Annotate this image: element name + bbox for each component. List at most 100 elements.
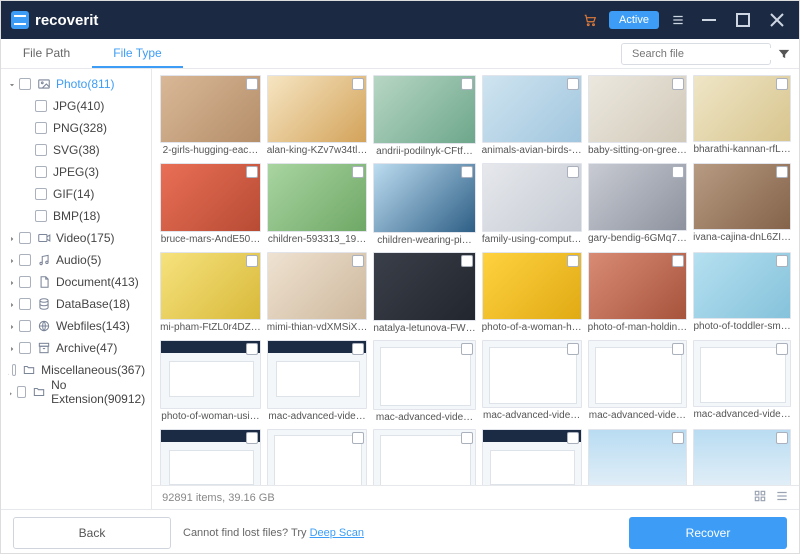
checkbox[interactable] [461, 343, 473, 355]
checkbox[interactable] [567, 255, 579, 267]
file-tile[interactable] [693, 429, 791, 485]
thumbnail[interactable] [267, 75, 368, 143]
file-tile[interactable]: 2-girls-hugging-eac… [160, 75, 261, 157]
thumbnail[interactable] [482, 429, 582, 485]
thumbnail[interactable] [267, 252, 368, 320]
tree-png[interactable]: PNG(328) [1, 117, 151, 139]
file-tile[interactable]: photo-of-toddler-sm… [693, 252, 791, 334]
checkbox[interactable] [352, 78, 364, 90]
thumbnail[interactable] [373, 429, 475, 485]
tree-gif[interactable]: GIF(14) [1, 183, 151, 205]
checkbox[interactable] [246, 166, 258, 178]
search-input[interactable] [632, 48, 774, 60]
thumbnail[interactable] [373, 163, 475, 232]
checkbox[interactable] [35, 166, 47, 178]
recover-button[interactable]: Recover [629, 517, 787, 549]
thumbnail[interactable] [588, 252, 688, 320]
maximize-button[interactable] [731, 8, 755, 32]
file-tile[interactable]: mac-advanced-vide… [693, 340, 791, 422]
cart-icon[interactable] [581, 11, 599, 29]
file-tile[interactable]: bruce-mars-AndE50… [160, 163, 261, 245]
tab-file-type[interactable]: File Type [92, 39, 183, 68]
checkbox[interactable] [567, 343, 579, 355]
thumbnail[interactable] [693, 75, 791, 142]
checkbox[interactable] [19, 298, 31, 310]
checkbox[interactable] [19, 232, 31, 244]
checkbox[interactable] [246, 255, 258, 267]
file-tile[interactable]: family-using-comput… [482, 163, 582, 245]
checkbox[interactable] [246, 343, 258, 355]
thumbnail[interactable] [693, 429, 791, 485]
checkbox[interactable] [461, 255, 473, 267]
thumbnail[interactable] [267, 429, 368, 485]
checkbox[interactable] [461, 166, 473, 178]
checkbox[interactable] [352, 166, 364, 178]
checkbox[interactable] [19, 342, 31, 354]
active-button[interactable]: Active [609, 11, 659, 29]
thumbnail[interactable] [482, 163, 582, 231]
checkbox[interactable] [776, 432, 788, 444]
file-tile[interactable]: photo-of-woman-usi… [160, 340, 261, 422]
tree-archive[interactable]: Archive(47) [1, 337, 151, 359]
file-tile[interactable]: children-wearing-pi… [373, 163, 475, 245]
file-tile[interactable]: mi-pham-FtZL0r4DZ… [160, 252, 261, 334]
file-tile[interactable]: children-593313_19… [267, 163, 368, 245]
checkbox[interactable] [35, 144, 47, 156]
tree-jpg[interactable]: JPG(410) [1, 95, 151, 117]
search-box[interactable] [621, 43, 771, 65]
thumbnail[interactable] [160, 252, 261, 320]
file-tile[interactable] [373, 429, 475, 485]
file-tile[interactable]: ivana-cajina-dnL6ZI… [693, 163, 791, 245]
thumbnail[interactable] [693, 163, 791, 230]
filter-icon[interactable] [777, 47, 791, 61]
checkbox[interactable] [12, 364, 17, 376]
file-tile[interactable] [482, 429, 582, 485]
checkbox[interactable] [246, 432, 258, 444]
checkbox[interactable] [352, 343, 364, 355]
checkbox[interactable] [567, 166, 579, 178]
file-tile[interactable]: photo-of-a-woman-h… [482, 252, 582, 334]
thumbnail[interactable] [482, 75, 582, 143]
tree-database[interactable]: DataBase(18) [1, 293, 151, 315]
checkbox[interactable] [19, 78, 31, 90]
checkbox[interactable] [776, 166, 788, 178]
thumbnail[interactable] [482, 252, 582, 320]
file-tile[interactable]: gary-bendig-6GMq7… [588, 163, 688, 245]
checkbox[interactable] [19, 254, 31, 266]
tab-file-path[interactable]: File Path [1, 39, 92, 68]
checkbox[interactable] [352, 432, 364, 444]
thumbnail[interactable] [482, 340, 582, 408]
thumbnail[interactable] [267, 340, 368, 408]
file-tile[interactable]: mac-advanced-vide… [373, 340, 475, 422]
thumbnail[interactable] [267, 163, 368, 231]
tree-no-extension[interactable]: No Extension(90912) [1, 381, 151, 403]
file-tile[interactable]: mac-advanced-vide… [267, 340, 368, 422]
thumbnail[interactable] [588, 340, 688, 408]
list-view-icon[interactable] [775, 489, 789, 506]
checkbox[interactable] [461, 432, 473, 444]
checkbox[interactable] [19, 276, 31, 288]
thumbnail[interactable] [693, 252, 791, 319]
checkbox[interactable] [567, 78, 579, 90]
checkbox[interactable] [35, 210, 47, 222]
thumbnail[interactable] [160, 163, 261, 231]
checkbox[interactable] [567, 432, 579, 444]
thumbnail[interactable] [160, 75, 261, 143]
file-tile[interactable]: animals-avian-birds-… [482, 75, 582, 157]
tree-document[interactable]: Document(413) [1, 271, 151, 293]
close-button[interactable] [765, 8, 789, 32]
minimize-button[interactable] [697, 8, 721, 32]
checkbox[interactable] [35, 188, 47, 200]
file-tile[interactable]: mimi-thian-vdXMSiX… [267, 252, 368, 334]
thumbnail[interactable] [160, 429, 261, 485]
file-tile[interactable] [160, 429, 261, 485]
thumbnail[interactable] [588, 429, 688, 485]
thumbnail[interactable] [693, 340, 791, 407]
menu-icon[interactable] [669, 11, 687, 29]
tree-video[interactable]: Video(175) [1, 227, 151, 249]
checkbox[interactable] [672, 166, 684, 178]
checkbox[interactable] [672, 432, 684, 444]
tree-bmp[interactable]: BMP(18) [1, 205, 151, 227]
file-tile[interactable]: andrii-podilnyk-CFtf… [373, 75, 475, 157]
checkbox[interactable] [35, 122, 47, 134]
